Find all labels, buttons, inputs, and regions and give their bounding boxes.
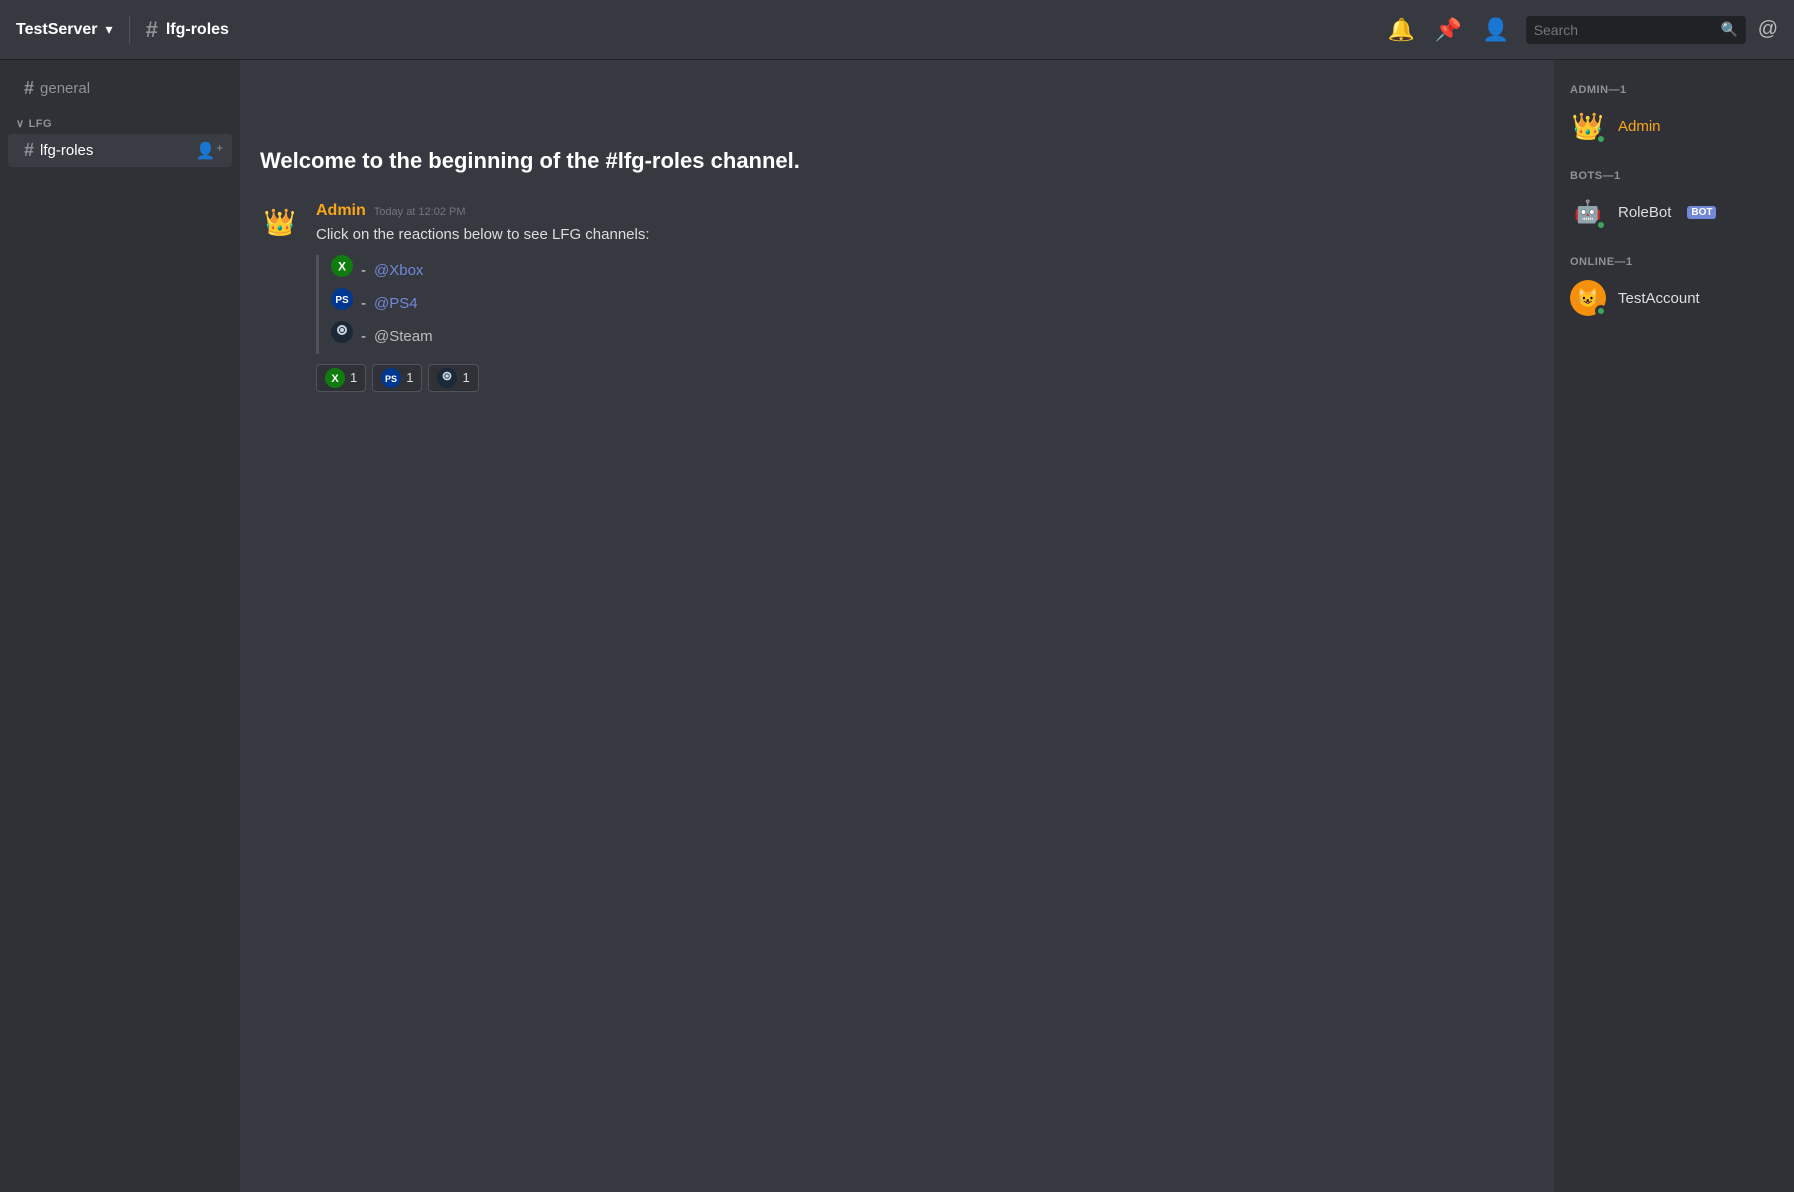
members-sidebar: ADMIN—1 👑 Admin BOTS—1 🤖 RoleBot BOT ONL: [1554, 60, 1794, 1192]
crown-emoji: 👑: [264, 207, 296, 238]
dash: -: [361, 256, 366, 286]
steam-mention: @Steam: [374, 322, 433, 352]
sidebar: # general ∨ LFG # lfg-roles 👤⁺: [0, 60, 240, 1192]
svg-text:PS: PS: [385, 374, 397, 384]
member-item-testaccount[interactable]: 😺 TestAccount: [1562, 274, 1786, 322]
xbox-reaction[interactable]: X 1: [316, 364, 366, 392]
xbox-emoji: X: [331, 255, 353, 288]
header-divider: [129, 16, 130, 44]
at-icon[interactable]: @: [1758, 18, 1778, 41]
message-header: Admin Today at 12:02 PM: [316, 202, 1534, 220]
svg-text:PS: PS: [335, 295, 349, 306]
hash-icon: #: [24, 140, 34, 161]
message-author: Admin: [316, 202, 366, 220]
server-name[interactable]: TestServer: [16, 21, 98, 39]
reactions: X 1 PS 1: [316, 364, 1534, 392]
messages-area: Welcome to the beginning of the #lfg-rol…: [240, 60, 1554, 1192]
member-name-rolebot: RoleBot: [1618, 204, 1671, 221]
category-chevron-icon: ∨: [16, 117, 25, 130]
message-timestamp: Today at 12:02 PM: [374, 206, 466, 218]
channel-hash-icon: #: [146, 17, 158, 43]
message-content: Admin Today at 12:02 PM Click on the rea…: [316, 202, 1534, 392]
members-group-bots: BOTS—1: [1562, 162, 1786, 188]
bell-icon[interactable]: 🔔: [1387, 17, 1414, 43]
svg-text:X: X: [331, 373, 339, 385]
testaccount-status-dot: [1595, 305, 1607, 317]
steam-emoji: [331, 321, 353, 354]
ps4-emoji: PS: [331, 288, 353, 321]
member-name-testaccount: TestAccount: [1618, 290, 1700, 307]
xbox-reaction-count: 1: [350, 370, 357, 385]
main-content-wrapper: Welcome to the beginning of the #lfg-rol…: [240, 60, 1794, 1192]
discord-face-icon: 😺: [1577, 288, 1599, 309]
search-box[interactable]: 🔍: [1526, 16, 1746, 44]
testaccount-avatar: 😺: [1570, 280, 1606, 316]
list-item: - @Steam: [331, 321, 1534, 354]
sidebar-item-lfg-roles[interactable]: # lfg-roles 👤⁺: [8, 134, 232, 167]
main-content: Welcome to the beginning of the #lfg-rol…: [240, 60, 1554, 1192]
channel-title: lfg-roles: [166, 21, 229, 39]
platform-list: X - @Xbox PS: [316, 255, 1534, 354]
welcome-text: Welcome to the beginning of the #lfg-rol…: [260, 148, 1534, 174]
channel-header: # lfg-roles: [146, 17, 1388, 43]
add-member-icon[interactable]: 👤⁺: [196, 141, 224, 161]
sidebar-item-label: general: [40, 80, 90, 97]
welcome-text-prefix: Welcome to the beginning of the: [260, 148, 605, 173]
svg-text:X: X: [338, 259, 346, 273]
main-layout: # general ∨ LFG # lfg-roles 👤⁺: [0, 60, 1794, 1192]
sidebar-item-general[interactable]: # general: [8, 72, 232, 105]
member-name-admin: Admin: [1618, 118, 1661, 135]
ps4-mention: @PS4: [374, 289, 418, 319]
header-icons: 🔔 📌 👤: [1387, 17, 1509, 43]
members-icon[interactable]: 👤: [1482, 17, 1509, 43]
pin-icon[interactable]: 📌: [1435, 17, 1462, 43]
top-header: TestServer ▾ # lfg-roles 🔔 📌 👤 🔍 @: [0, 0, 1794, 60]
member-item-admin[interactable]: 👑 Admin: [1562, 102, 1786, 150]
steam-reaction[interactable]: 1: [428, 364, 478, 392]
message: 👑 Admin Today at 12:02 PM Click on the r…: [260, 202, 1534, 392]
admin-status-dot: [1595, 133, 1607, 145]
message-text: Click on the reactions below to see LFG …: [316, 224, 1534, 247]
avatar: 👑: [260, 202, 300, 242]
steam-reaction-count: 1: [462, 370, 469, 385]
hash-icon: #: [24, 78, 34, 99]
members-group-admin: ADMIN—1: [1562, 76, 1786, 102]
category-label: LFG: [29, 118, 53, 130]
ps4-reaction[interactable]: PS 1: [372, 364, 422, 392]
dash: -: [361, 289, 366, 319]
xbox-mention: @Xbox: [374, 256, 423, 286]
welcome-channel-name: #lfg-roles: [605, 148, 704, 173]
category-lfg[interactable]: ∨ LFG: [0, 105, 240, 134]
dash: -: [361, 322, 366, 352]
ps4-reaction-count: 1: [406, 370, 413, 385]
search-icon: 🔍: [1721, 21, 1738, 38]
member-item-rolebot[interactable]: 🤖 RoleBot BOT: [1562, 188, 1786, 236]
channel-welcome: Welcome to the beginning of the #lfg-rol…: [260, 140, 1534, 178]
bot-badge: BOT: [1687, 206, 1716, 219]
list-item: X - @Xbox: [331, 255, 1534, 288]
search-input[interactable]: [1534, 22, 1715, 38]
welcome-text-suffix: channel.: [711, 148, 800, 173]
sidebar-item-label: lfg-roles: [40, 142, 93, 159]
admin-avatar: 👑: [1570, 108, 1606, 144]
rolebot-status-dot: [1595, 219, 1607, 231]
members-group-online: ONLINE—1: [1562, 248, 1786, 274]
rolebot-avatar: 🤖: [1570, 194, 1606, 230]
server-dropdown-icon[interactable]: ▾: [106, 21, 113, 38]
list-item: PS - @PS4: [331, 288, 1534, 321]
